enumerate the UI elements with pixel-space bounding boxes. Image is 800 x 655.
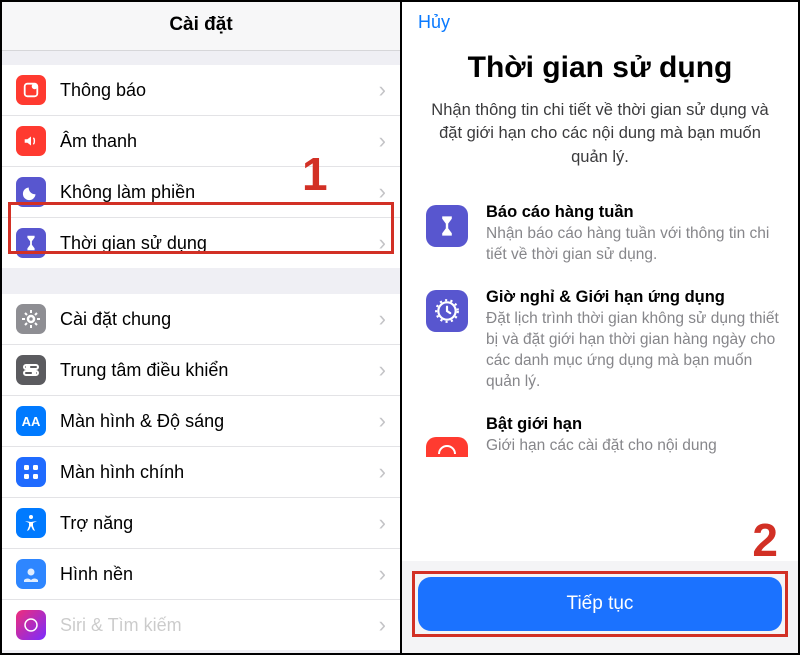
- row-label: Màn hình chính: [60, 462, 379, 483]
- bottom-bar: Tiếp tục: [402, 561, 798, 653]
- gear-icon: [16, 304, 46, 334]
- row-home-screen[interactable]: Màn hình chính ›: [2, 447, 400, 498]
- nav-bar: Hủy: [402, 2, 798, 33]
- sound-icon: [16, 126, 46, 156]
- row-siri[interactable]: Siri & Tìm kiếm ›: [2, 600, 400, 650]
- row-general[interactable]: Cài đặt chung ›: [2, 294, 400, 345]
- row-sound[interactable]: Âm thanh ›: [2, 116, 400, 167]
- row-accessibility[interactable]: Trợ năng ›: [2, 498, 400, 549]
- chevron-right-icon: ›: [379, 179, 386, 205]
- continue-button[interactable]: Tiếp tục: [418, 577, 782, 631]
- settings-group-2: Cài đặt chung › Trung tâm điều khiển › A…: [2, 294, 400, 650]
- section-gap: [2, 51, 400, 65]
- feature-weekly-report: Báo cáo hàng tuần Nhận báo cáo hàng tuần…: [402, 195, 798, 280]
- row-screen-time[interactable]: Thời gian sử dụng ›: [2, 218, 400, 268]
- chevron-right-icon: ›: [379, 510, 386, 536]
- chevron-right-icon: ›: [379, 357, 386, 383]
- chevron-right-icon: ›: [379, 459, 386, 485]
- chevron-right-icon: ›: [379, 612, 386, 638]
- dnd-icon: [16, 177, 46, 207]
- chevron-right-icon: ›: [379, 408, 386, 434]
- chevron-right-icon: ›: [379, 561, 386, 587]
- row-label: Không làm phiền: [60, 182, 379, 203]
- svg-text:AA: AA: [22, 414, 41, 429]
- siri-icon: [16, 610, 46, 640]
- chevron-right-icon: ›: [379, 230, 386, 256]
- feature-desc: Giới hạn các cài đặt cho nội dung: [486, 436, 780, 457]
- feature-limits: Bật giới hạn Giới hạn các cài đặt cho nộ…: [402, 407, 798, 461]
- row-label: Hình nền: [60, 564, 379, 585]
- chevron-right-icon: ›: [379, 77, 386, 103]
- row-control-center[interactable]: Trung tâm điều khiển ›: [2, 345, 400, 396]
- limit-icon: [426, 437, 468, 457]
- row-dnd[interactable]: Không làm phiền ›: [2, 167, 400, 218]
- feature-desc: Nhận báo cáo hàng tuần với thông tin chi…: [486, 224, 780, 266]
- wallpaper-icon: [16, 559, 46, 589]
- settings-title: Cài đặt: [2, 2, 400, 51]
- screen-time-intro-pane: Hủy Thời gian sử dụng Nhận thông tin chi…: [402, 2, 798, 653]
- row-label: Trung tâm điều khiển: [60, 360, 379, 381]
- feature-downtime: Giờ nghỉ & Giới hạn ứng dụng Đặt lịch tr…: [402, 280, 798, 407]
- row-label: Trợ năng: [60, 513, 379, 534]
- screentime-icon: [16, 228, 46, 258]
- row-label: Âm thanh: [60, 131, 379, 152]
- row-label: Cài đặt chung: [60, 309, 379, 330]
- feature-title: Bật giới hạn: [486, 415, 780, 434]
- notifications-icon: [16, 75, 46, 105]
- control-center-icon: [16, 355, 46, 385]
- display-icon: AA: [16, 406, 46, 436]
- row-notifications[interactable]: Thông báo ›: [2, 65, 400, 116]
- row-label: Thời gian sử dụng: [60, 233, 379, 254]
- page-title: Thời gian sử dụng: [418, 51, 782, 85]
- row-label: Siri & Tìm kiếm: [60, 615, 379, 636]
- chevron-right-icon: ›: [379, 128, 386, 154]
- home-screen-icon: [16, 457, 46, 487]
- row-label: Màn hình & Độ sáng: [60, 411, 379, 432]
- settings-group-1: Thông báo › Âm thanh › Không làm phiền ›: [2, 65, 400, 268]
- row-wallpaper[interactable]: Hình nền ›: [2, 549, 400, 600]
- downtime-icon: [426, 290, 468, 332]
- feature-desc: Đặt lịch trình thời gian không sử dụng t…: [486, 309, 780, 393]
- accessibility-icon: [16, 508, 46, 538]
- row-display[interactable]: AA Màn hình & Độ sáng ›: [2, 396, 400, 447]
- page-subtitle: Nhận thông tin chi tiết về thời gian sử …: [422, 99, 778, 169]
- row-label: Thông báo: [60, 80, 379, 101]
- feature-title: Giờ nghỉ & Giới hạn ứng dụng: [486, 288, 780, 307]
- chevron-right-icon: ›: [379, 306, 386, 332]
- feature-title: Báo cáo hàng tuần: [486, 203, 780, 222]
- settings-pane: Cài đặt Thông báo › Âm thanh ›: [2, 2, 402, 653]
- section-gap: [2, 268, 400, 294]
- hourglass-icon: [426, 205, 468, 247]
- annotation-step-2: 2: [752, 513, 778, 567]
- cancel-button[interactable]: Hủy: [418, 12, 450, 32]
